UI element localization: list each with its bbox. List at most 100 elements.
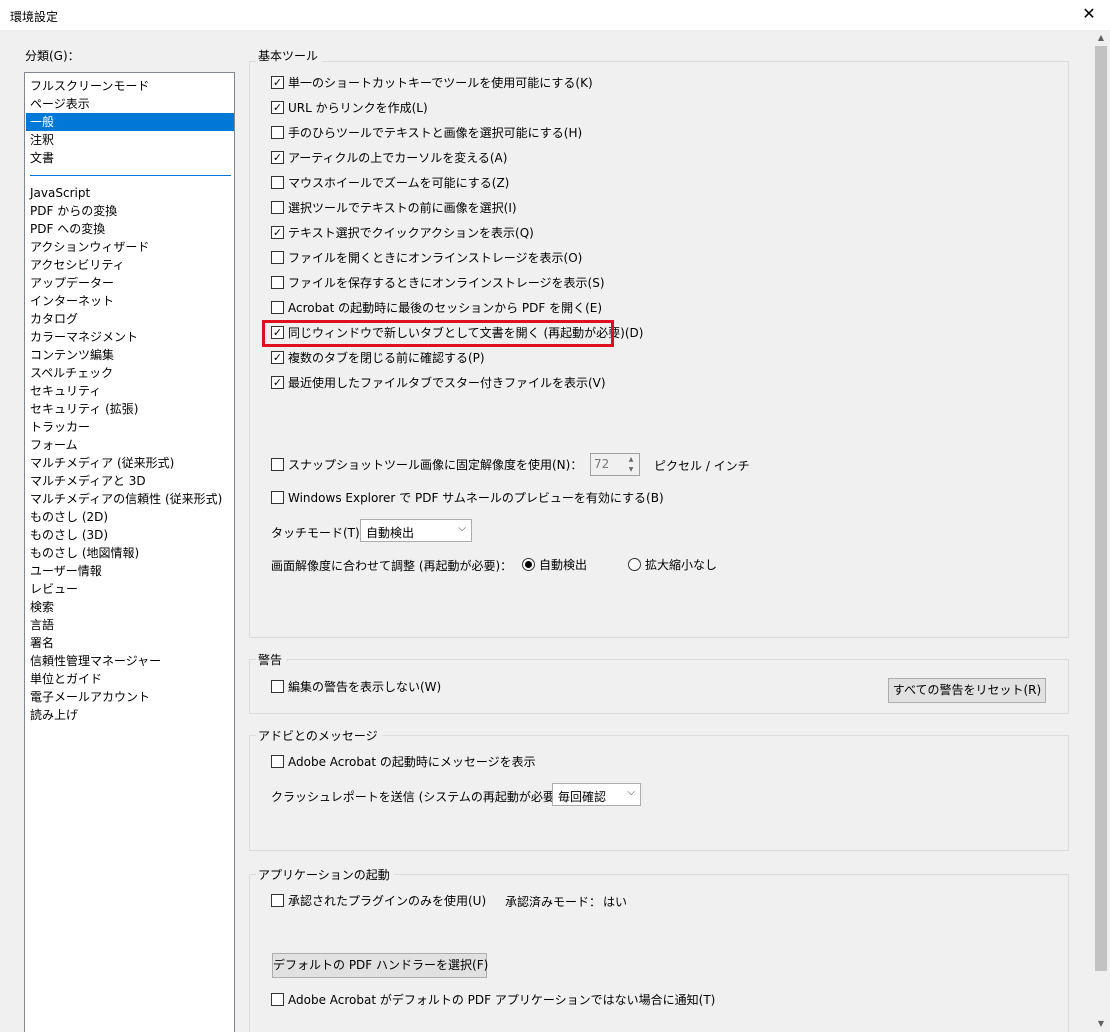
basic-tool-option-checkbox[interactable]: ✓ 最近使用したファイルタブでスター付きファイルを表示(V) bbox=[271, 373, 606, 391]
category-item[interactable]: ものさし (地図情報) bbox=[26, 544, 234, 562]
category-item-documents[interactable]: 文書 bbox=[26, 149, 234, 167]
startup-message-checkbox[interactable]: Adobe Acrobat の起動時にメッセージを表示 bbox=[271, 752, 536, 770]
category-item[interactable]: インターネット bbox=[26, 292, 234, 310]
crash-report-select[interactable]: 毎回確認 ⌵ bbox=[552, 783, 641, 806]
checkmark-icon: ✓ bbox=[272, 150, 283, 164]
basic-tool-option-label: 最近使用したファイルタブでスター付きファイルを表示(V) bbox=[288, 375, 606, 390]
basic-tool-option-label: 選択ツールでテキストの前に画像を選択(I) bbox=[288, 200, 517, 215]
category-item-comments[interactable]: 注釈 bbox=[26, 131, 234, 149]
category-item[interactable]: アップデーター bbox=[26, 274, 234, 292]
checkbox-box bbox=[271, 200, 284, 214]
category-item[interactable]: スペルチェック bbox=[26, 364, 234, 382]
basic-tool-option-checkbox[interactable]: 選択ツールでテキストの前に画像を選択(I) bbox=[271, 198, 517, 216]
category-item-page-display[interactable]: ページ表示 bbox=[26, 95, 234, 113]
checkbox-box bbox=[271, 125, 284, 139]
scaling-none-label: 拡大縮小なし bbox=[645, 558, 718, 572]
title-bar: 環境設定 ✕ bbox=[0, 0, 1110, 30]
approved-plugins-checkbox[interactable]: 承認されたプラグインのみを使用(U) bbox=[271, 891, 486, 909]
category-item-fullscreen[interactable]: フルスクリーンモード bbox=[26, 77, 234, 95]
checkbox-box: ✓ bbox=[271, 350, 284, 364]
chevron-down-icon: ⌵ bbox=[627, 787, 635, 798]
basic-tool-option-label: URL からリンクを作成(L) bbox=[288, 100, 428, 115]
category-item[interactable]: カタログ bbox=[26, 310, 234, 328]
reset-warnings-button[interactable]: すべての警告をリセット(R) bbox=[888, 678, 1046, 703]
category-item[interactable]: PDF への変換 bbox=[26, 220, 234, 238]
category-item[interactable]: JavaScript bbox=[26, 184, 234, 202]
checkmark-icon: ✓ bbox=[272, 75, 283, 89]
default-app-notify-checkbox[interactable]: Adobe Acrobat がデフォルトの PDF アプリケーションではない場合… bbox=[271, 990, 715, 1008]
basic-tool-option-label: テキスト選択でクイックアクションを表示(Q) bbox=[288, 225, 534, 240]
category-item[interactable]: 電子メールアカウント bbox=[26, 688, 234, 706]
basic-tool-option-checkbox[interactable]: ファイルを保存するときにオンラインストレージを表示(S) bbox=[271, 273, 605, 291]
scaling-auto-radio[interactable]: 自動検出 bbox=[522, 556, 587, 573]
touch-mode-select[interactable]: 自動検出 ⌵ bbox=[360, 519, 472, 542]
spin-down-icon[interactable]: ▼ bbox=[624, 465, 638, 475]
thumbnail-preview-checkbox[interactable]: Windows Explorer で PDF サムネールのプレビューを有効にする… bbox=[271, 488, 664, 506]
warnings-title: 警告 bbox=[256, 651, 287, 668]
pdf-handler-button[interactable]: デフォルトの PDF ハンドラーを選択(F) bbox=[272, 953, 488, 978]
basic-tool-option-checkbox[interactable]: ✓ 単一のショートカットキーでツールを使用可能にする(K) bbox=[271, 73, 593, 91]
crash-report-label: クラッシュレポートを送信 (システムの再起動が必要)： bbox=[271, 790, 572, 804]
category-item[interactable]: フォーム bbox=[26, 436, 234, 454]
radio-dot bbox=[628, 558, 641, 571]
category-item[interactable]: マルチメディアと 3D bbox=[26, 472, 234, 490]
category-item[interactable]: ユーザー情報 bbox=[26, 562, 234, 580]
spin-up-icon[interactable]: ▲ bbox=[624, 455, 638, 465]
category-item[interactable]: コンテンツ編集 bbox=[26, 346, 234, 364]
basic-tool-option-checkbox[interactable]: 手のひらツールでテキストと画像を選択可能にする(H) bbox=[271, 123, 582, 141]
category-item[interactable]: PDF からの変換 bbox=[26, 202, 234, 220]
category-item[interactable]: 読み上げ bbox=[26, 706, 234, 724]
category-item[interactable]: アクションウィザード bbox=[26, 238, 234, 256]
checkbox-box bbox=[271, 490, 284, 504]
basic-tool-option-checkbox[interactable]: ✓ アーティクルの上でカーソルを変える(A) bbox=[271, 148, 507, 166]
checkbox-box: ✓ bbox=[271, 100, 284, 114]
close-icon[interactable]: ✕ bbox=[1076, 2, 1102, 26]
crash-report-value: 毎回確認 bbox=[558, 790, 607, 804]
category-item[interactable]: トラッカー bbox=[26, 418, 234, 436]
basic-tool-option-checkbox[interactable]: ✓ 複数のタブを閉じる前に確認する(P) bbox=[271, 348, 485, 366]
category-item[interactable]: アクセシビリティ bbox=[26, 256, 234, 274]
window-title: 環境設定 bbox=[10, 10, 59, 24]
basic-tools-title: 基本ツール bbox=[256, 47, 323, 64]
category-item[interactable]: ものさし (2D) bbox=[26, 508, 234, 526]
basic-tool-option-label: アーティクルの上でカーソルを変える(A) bbox=[288, 150, 508, 165]
scroll-thumb[interactable] bbox=[1095, 46, 1107, 971]
basic-tool-option-checkbox[interactable]: ✓ テキスト選択でクイックアクションを表示(Q) bbox=[271, 223, 534, 241]
category-item[interactable]: 署名 bbox=[26, 634, 234, 652]
app-startup-title: アプリケーションの起動 bbox=[256, 866, 394, 883]
snapshot-resolution-checkbox[interactable]: スナップショットツール画像に固定解像度を使用(N)： bbox=[271, 455, 582, 473]
category-list[interactable]: フルスクリーンモード ページ表示 一般 注釈 文書 JavaScript PDF … bbox=[24, 72, 235, 1032]
category-item[interactable]: 検索 bbox=[26, 598, 234, 616]
checkmark-icon: ✓ bbox=[272, 350, 283, 364]
category-item[interactable]: セキュリティ bbox=[26, 382, 234, 400]
resolution-unit: ピクセル / インチ bbox=[654, 459, 750, 473]
category-item[interactable]: ものさし (3D) bbox=[26, 526, 234, 544]
basic-tool-option-checkbox[interactable]: Acrobat の起動時に最後のセッションから PDF を開く(E) bbox=[271, 298, 602, 316]
category-item[interactable]: マルチメディアの信頼性 (従来形式) bbox=[26, 490, 234, 508]
edit-warning-checkbox[interactable]: 編集の警告を表示しない(W) bbox=[271, 677, 441, 695]
basic-tool-option-checkbox[interactable]: ✓ URL からリンクを作成(L) bbox=[271, 98, 428, 116]
category-item-general[interactable]: 一般 bbox=[26, 113, 234, 131]
checkbox-box bbox=[271, 679, 284, 693]
basic-tool-option-checkbox[interactable]: ファイルを開くときにオンラインストレージを表示(O) bbox=[271, 248, 582, 266]
vertical-scrollbar[interactable]: ▲ ▼ bbox=[1092, 30, 1110, 1032]
checkbox-box bbox=[271, 250, 284, 264]
scaling-none-radio[interactable]: 拡大縮小なし bbox=[628, 556, 717, 573]
category-item[interactable]: 信頼性管理マネージャー bbox=[26, 652, 234, 670]
category-item[interactable]: カラーマネジメント bbox=[26, 328, 234, 346]
category-item[interactable]: レビュー bbox=[26, 580, 234, 598]
snapshot-resolution-label: スナップショットツール画像に固定解像度を使用(N)： bbox=[288, 457, 583, 472]
scroll-up-arrow-icon[interactable]: ▲ bbox=[1092, 30, 1110, 46]
approved-mode-label: 承認済みモード： bbox=[505, 895, 602, 909]
radio-dot bbox=[522, 558, 535, 571]
category-item[interactable]: セキュリティ (拡張) bbox=[26, 400, 234, 418]
approved-mode-value: はい bbox=[603, 895, 628, 909]
checkbox-box: ✓ bbox=[271, 150, 284, 164]
resolution-stepper[interactable]: 72 ▲ ▼ bbox=[590, 453, 640, 476]
category-item[interactable]: マルチメディア (従来形式) bbox=[26, 454, 234, 472]
basic-tool-option-checkbox[interactable]: マウスホイールでズームを可能にする(Z) bbox=[271, 173, 509, 191]
category-label: 分類(G)： bbox=[25, 49, 80, 63]
category-item[interactable]: 単位とガイド bbox=[26, 670, 234, 688]
category-item[interactable]: 言語 bbox=[26, 616, 234, 634]
scroll-down-arrow-icon[interactable]: ▼ bbox=[1092, 1016, 1110, 1032]
